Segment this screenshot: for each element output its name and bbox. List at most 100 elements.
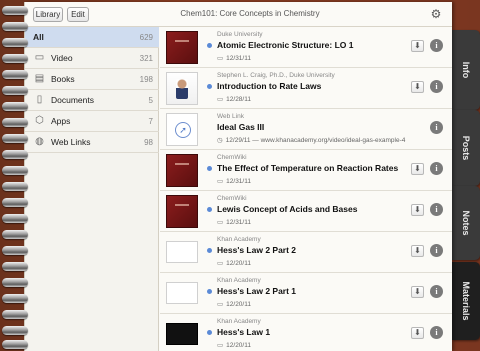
sidebar-item-documents[interactable]: ▯ Documents 5 (25, 90, 159, 111)
spiral-ring (2, 198, 28, 207)
item-title: Lewis Concept of Acids and Bases (217, 204, 358, 214)
item-title: Introduction to Rate Laws (217, 81, 322, 91)
list-item[interactable]: ChemWiki Lewis Concept of Acids and Base… (160, 191, 452, 232)
item-title: Hess's Law 2 Part 1 (217, 286, 297, 296)
spiral-ring (2, 230, 28, 239)
info-icon[interactable]: i (430, 244, 443, 257)
video-thumbnail (166, 282, 198, 304)
item-date-row: ▭ 12/31/11 (217, 54, 251, 62)
tab-notes[interactable]: Notes (452, 186, 480, 260)
tab-posts-label: Posts (461, 135, 471, 161)
link-arrow-icon: ➚ (175, 122, 191, 138)
spiral-ring (2, 86, 28, 95)
info-icon[interactable]: i (430, 39, 443, 52)
sidebar-item-books[interactable]: ▤ Books 198 (25, 69, 159, 90)
item-source: Khan Academy (217, 236, 261, 243)
item-date-row: ▭ 12/20/11 (217, 300, 251, 308)
list-item[interactable]: Stephen L. Craig, Ph.D., Duke University… (160, 68, 452, 109)
spiral-ring (2, 340, 28, 349)
document-icon: ▯ (36, 94, 43, 105)
tab-materials[interactable]: Materials (452, 262, 480, 340)
download-icon[interactable]: ⬇ (411, 204, 424, 216)
info-icon[interactable]: i (430, 285, 443, 298)
sidebar-item-video[interactable]: ▭ Video 321 (25, 48, 159, 69)
tab-posts[interactable]: Posts (452, 110, 480, 186)
notebook-page: Library Edit Chem101: Core Concepts in C… (24, 2, 452, 351)
info-icon[interactable]: i (430, 121, 443, 134)
spiral-ring (2, 118, 28, 127)
video-icon: ▭ (34, 52, 45, 63)
list-item[interactable]: Khan Academy Hess's Law 1 ▭ 12/20/11 ⬇ i (160, 314, 452, 351)
apps-icon: ⬡ (35, 115, 44, 126)
info-icon[interactable]: i (430, 162, 443, 175)
item-source: Stephen L. Craig, Ph.D., Duke University (217, 72, 335, 79)
sidebar-item-label: Books (51, 74, 75, 84)
item-source: Web Link (217, 113, 244, 120)
book-cover-thumbnail (166, 195, 198, 228)
item-date: 12/29/11 — www.khanacademy.org/video/ide… (225, 137, 406, 144)
unread-dot (207, 330, 212, 335)
info-icon[interactable]: i (430, 326, 443, 339)
sidebar-item-web-links[interactable]: ◍ Web Links 98 (25, 132, 159, 153)
monitor-icon: ▭ (217, 260, 224, 267)
spiral-ring (2, 150, 28, 159)
sidebar-item-all[interactable]: All 629 (25, 27, 159, 48)
list-item[interactable]: ➚ Web Link Ideal Gas III ◷ 12/29/11 — www… (160, 109, 452, 150)
top-bar: Library Edit Chem101: Core Concepts in C… (25, 2, 452, 27)
category-sidebar: All 629 ▭ Video 321 ▤ Books 198 ▯ Docume… (25, 27, 159, 351)
spiral-ring (2, 70, 28, 79)
spiral-ring (2, 278, 28, 287)
spiral-binding (0, 0, 30, 351)
spiral-ring (2, 214, 28, 223)
clock-icon: ◷ (217, 137, 223, 144)
download-icon[interactable]: ⬇ (411, 81, 424, 93)
item-date: 12/31/11 (226, 178, 251, 185)
list-item[interactable]: Duke University Atomic Electronic Struct… (160, 27, 452, 68)
download-icon[interactable]: ⬇ (411, 163, 424, 175)
item-title: The Effect of Temperature on Reaction Ra… (217, 163, 399, 173)
item-date: 12/20/11 (226, 301, 251, 308)
unread-dot (207, 166, 212, 171)
item-date-row: ▭ 12/31/11 (217, 177, 251, 185)
gear-icon[interactable]: ⚙ (429, 7, 443, 21)
info-icon[interactable]: i (430, 80, 443, 93)
item-date-row: ▭ 12/20/11 (217, 341, 251, 349)
unread-dot (207, 289, 212, 294)
monitor-icon: ▭ (217, 342, 224, 349)
tab-info[interactable]: Info (452, 30, 480, 110)
download-icon[interactable]: ⬇ (411, 245, 424, 257)
sidebar-item-label: Video (51, 53, 73, 63)
item-date: 12/31/11 (226, 55, 251, 62)
list-item[interactable]: Khan Academy Hess's Law 2 Part 2 ▭ 12/20/… (160, 232, 452, 273)
book-cover-thumbnail (166, 154, 198, 187)
download-icon[interactable]: ⬇ (411, 40, 424, 52)
item-date: 12/31/11 (226, 219, 251, 226)
info-icon[interactable]: i (430, 203, 443, 216)
spiral-ring (2, 6, 28, 15)
book-cover-thumbnail (166, 31, 198, 64)
unread-dot (207, 248, 212, 253)
sidebar-item-apps[interactable]: ⬡ Apps 7 (25, 111, 159, 132)
video-thumbnail (166, 323, 198, 345)
item-date-row: ▭ 12/28/11 (217, 95, 251, 103)
list-item[interactable]: ChemWiki The Effect of Temperature on Re… (160, 150, 452, 191)
item-title: Ideal Gas III (217, 122, 265, 132)
library-button[interactable]: Library (33, 7, 63, 22)
item-date-row: ▭ 12/31/11 (217, 218, 251, 226)
spiral-ring (2, 182, 28, 191)
spiral-ring (2, 38, 28, 47)
download-icon[interactable]: ⬇ (411, 327, 424, 339)
spiral-ring (2, 326, 28, 335)
item-title: Atomic Electronic Structure: LO 1 (217, 40, 354, 50)
download-icon[interactable]: ⬇ (411, 286, 424, 298)
spiral-ring (2, 310, 28, 319)
monitor-icon: ▭ (217, 219, 224, 226)
monitor-icon: ▭ (217, 96, 224, 103)
item-date: 12/20/11 (226, 260, 251, 267)
item-source: Duke University (217, 31, 263, 38)
page-title: Chem101: Core Concepts in Chemistry (180, 9, 320, 18)
list-item[interactable]: Khan Academy Hess's Law 2 Part 1 ▭ 12/20/… (160, 273, 452, 314)
spiral-ring (2, 22, 28, 31)
spiral-ring (2, 166, 28, 175)
sidebar-item-count: 629 (139, 33, 153, 42)
